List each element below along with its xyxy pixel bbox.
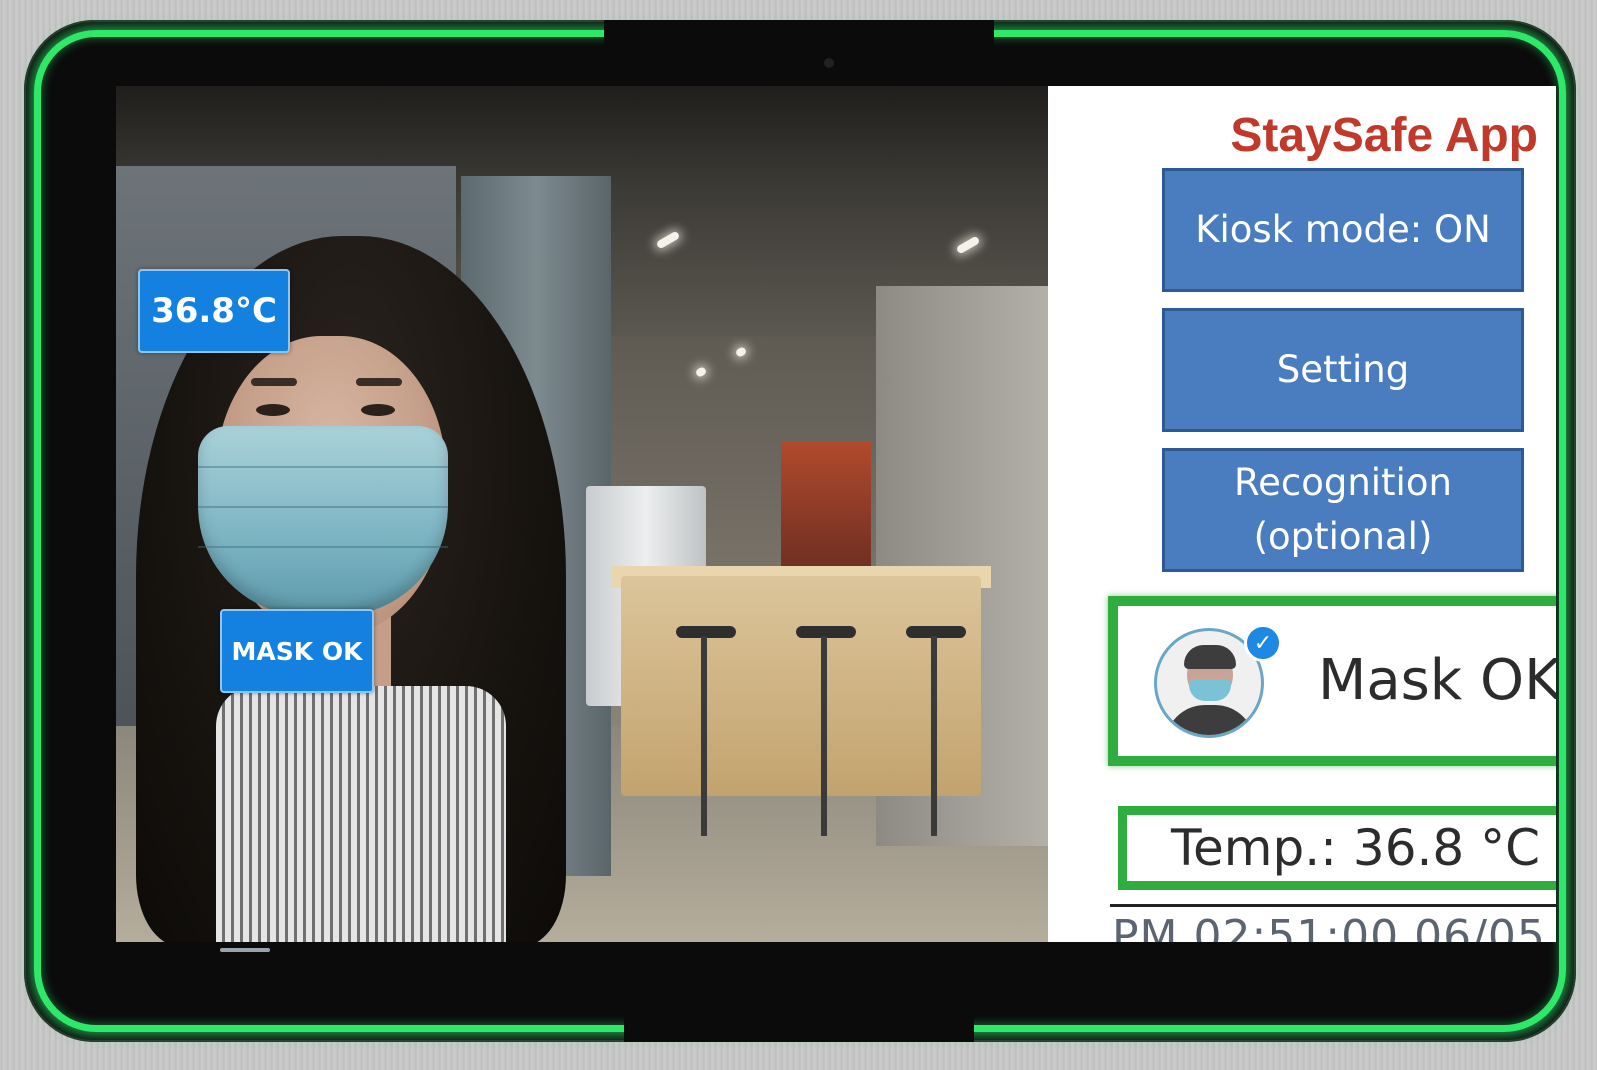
mask-status-box: ✓ Mask OK	[1108, 596, 1556, 766]
front-camera	[824, 58, 834, 68]
face-mask	[198, 426, 448, 616]
timestamp-bar: PM 02:51:00 06/05	[1110, 904, 1556, 942]
recognition-label: Recognition	[1234, 461, 1452, 505]
screen: 36.8°C MASK OK StaySafe App Kiosk mode: …	[116, 86, 1556, 942]
frame-gap-top	[604, 20, 994, 46]
temperature-label: Temp.: 36.8 °C	[1171, 819, 1541, 877]
frame-gap-bottom	[624, 1016, 974, 1042]
home-indicator[interactable]	[220, 948, 270, 952]
recognition-button[interactable]: Recognition (optional)	[1162, 448, 1524, 572]
kiosk-mode-button[interactable]: Kiosk mode: ON	[1162, 168, 1524, 292]
check-badge-icon: ✓	[1244, 624, 1282, 662]
temperature-box: Temp.: 36.8 °C	[1118, 806, 1556, 890]
recognition-optional-label: (optional)	[1253, 515, 1433, 558]
timestamp: PM 02:51:00 06/05	[1112, 911, 1546, 942]
app-panel: StaySafe App Kiosk mode: ON Setting Reco…	[1048, 86, 1556, 942]
temperature-tag: 36.8°C	[138, 269, 290, 353]
tablet-device: 36.8°C MASK OK StaySafe App Kiosk mode: …	[24, 20, 1576, 1042]
detection-tags: 36.8°C MASK OK	[138, 269, 374, 693]
app-title: StaySafe App	[1230, 109, 1538, 162]
mask-status-label: Mask OK	[1318, 648, 1556, 713]
mask-status-tag: MASK OK	[220, 609, 374, 693]
setting-button[interactable]: Setting	[1162, 308, 1524, 432]
camera-feed: 36.8°C MASK OK	[116, 86, 1048, 942]
